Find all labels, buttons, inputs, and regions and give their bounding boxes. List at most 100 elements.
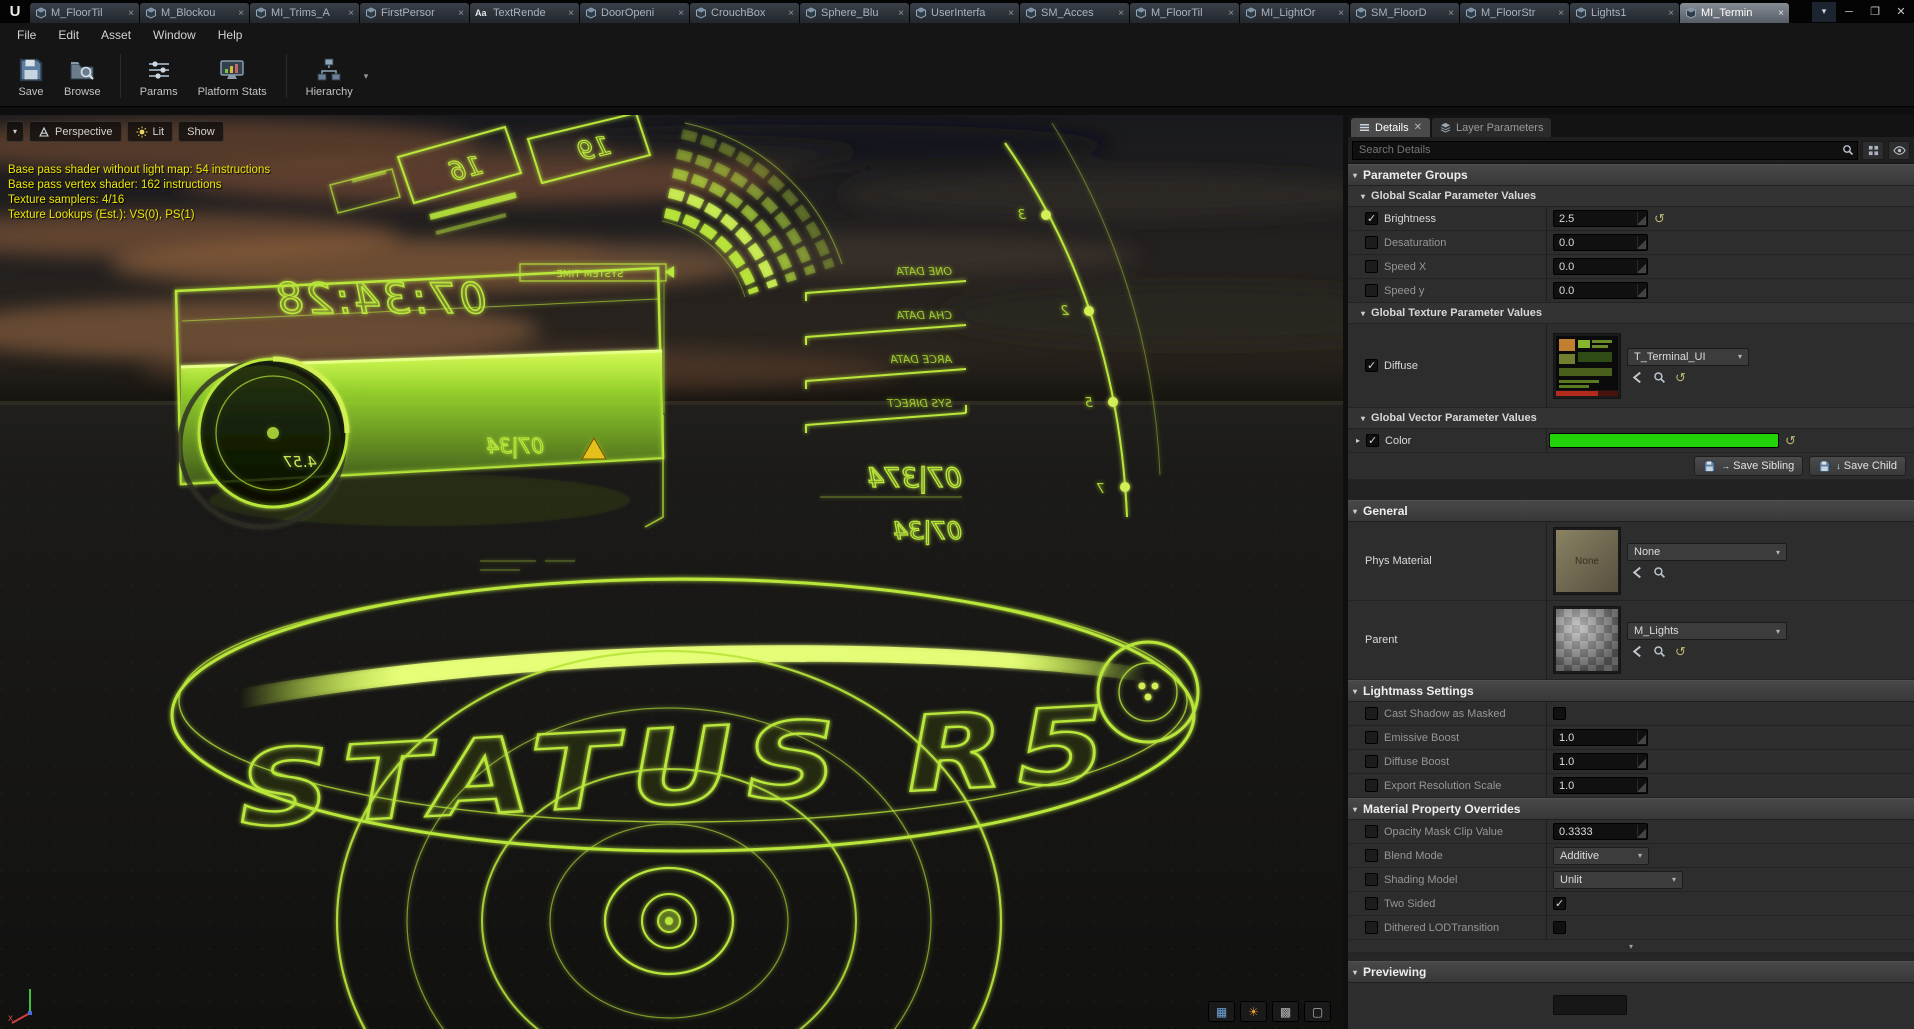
value-input[interactable]: 1.0	[1553, 729, 1648, 746]
asset-tab[interactable]: SM_FloorD×	[1350, 3, 1459, 23]
tab-close-icon[interactable]: ×	[676, 8, 684, 19]
show-advanced-expander[interactable]: ▾	[1348, 940, 1914, 953]
asset-tab[interactable]: MI_Trims_A×	[250, 3, 359, 23]
save-sibling-button[interactable]: → Save Sibling	[1694, 456, 1803, 476]
expand-icon[interactable]: ▸	[1356, 436, 1360, 445]
value-input[interactable]: 0.0	[1553, 234, 1648, 251]
asset-tab[interactable]: M_FloorStr×	[1460, 3, 1569, 23]
value-checkbox[interactable]	[1553, 897, 1566, 910]
menu-help[interactable]: Help	[207, 23, 254, 46]
hierarchy-dropdown-icon[interactable]: ▾	[364, 71, 369, 82]
tab-close-icon[interactable]: ×	[1776, 8, 1784, 19]
override-checkbox[interactable]	[1365, 212, 1378, 225]
section-global-vector[interactable]: ▾ Global Vector Parameter Values	[1348, 408, 1914, 429]
tab-close-icon[interactable]: ×	[896, 8, 904, 19]
browse-button[interactable]: Browse	[54, 52, 111, 101]
platform-stats-button[interactable]: Platform Stats	[188, 52, 277, 101]
tab-close-icon[interactable]: ×	[1556, 8, 1564, 19]
reset-to-default-icon[interactable]: ↺	[1675, 645, 1686, 658]
tab-close-icon[interactable]: ×	[126, 8, 134, 19]
value-input[interactable]: 0.0	[1553, 282, 1648, 299]
value-spinner[interactable]	[1637, 779, 1646, 792]
menu-window[interactable]: Window	[142, 23, 207, 46]
override-checkbox[interactable]	[1365, 897, 1378, 910]
tab-close-icon[interactable]: ✕	[1414, 122, 1422, 133]
tab-close-icon[interactable]: ×	[1116, 8, 1124, 19]
show-button[interactable]: Show	[178, 121, 224, 142]
override-checkbox[interactable]	[1365, 755, 1378, 768]
value-input[interactable]: 1.0	[1553, 753, 1648, 770]
asset-tab[interactable]: DoorOpeni×	[580, 3, 689, 23]
floor-toggle-icon[interactable]: ▢	[1304, 1001, 1331, 1022]
section-global-texture[interactable]: ▾ Global Texture Parameter Values	[1348, 303, 1914, 324]
override-checkbox[interactable]	[1365, 779, 1378, 792]
tab-close-icon[interactable]: ×	[456, 8, 464, 19]
value-spinner[interactable]	[1637, 731, 1646, 744]
value-spinner[interactable]	[1637, 212, 1646, 225]
reset-to-default-icon[interactable]: ↺	[1675, 371, 1686, 384]
phys-material-thumbnail[interactable]: None	[1553, 527, 1621, 595]
reset-to-default-icon[interactable]: ↺	[1785, 434, 1796, 447]
asset-tab[interactable]: Sphere_Blu×	[800, 3, 909, 23]
asset-tab[interactable]: M_Blockou×	[140, 3, 249, 23]
use-selected-asset-icon[interactable]	[1631, 566, 1644, 579]
save-child-button[interactable]: ↓ Save Child	[1809, 456, 1906, 476]
section-parameter-groups[interactable]: ▾ Parameter Groups	[1348, 164, 1914, 186]
browse-to-asset-icon[interactable]	[1653, 371, 1666, 384]
tab-close-icon[interactable]: ×	[236, 8, 244, 19]
save-button[interactable]: Save	[8, 52, 54, 101]
value-input[interactable]: 0.3333	[1553, 823, 1648, 840]
close-button[interactable]: ✕	[1888, 0, 1914, 23]
override-checkbox[interactable]	[1365, 873, 1378, 886]
section-general[interactable]: ▾ General	[1348, 500, 1914, 522]
browse-to-asset-icon[interactable]	[1653, 566, 1666, 579]
override-checkbox[interactable]	[1365, 825, 1378, 838]
material-preview-viewport[interactable]: 07:34:28 SYSTEM TIME 4.57 07|34	[0, 115, 1343, 1029]
parent-thumbnail[interactable]	[1553, 606, 1621, 674]
tab-details[interactable]: Details ✕	[1351, 118, 1430, 137]
value-spinner[interactable]	[1637, 825, 1646, 838]
menu-file[interactable]: File	[6, 23, 47, 46]
asset-tab[interactable]: Lights1×	[1570, 3, 1679, 23]
reset-to-default-icon[interactable]: ↺	[1654, 212, 1665, 225]
tab-overflow-icon[interactable]: ▾	[1812, 2, 1836, 22]
tab-close-icon[interactable]: ×	[786, 8, 794, 19]
color-swatch[interactable]	[1549, 433, 1779, 448]
params-button[interactable]: Params	[130, 52, 188, 101]
texture-thumbnail[interactable]	[1553, 333, 1621, 399]
lit-mode-button[interactable]: Lit	[127, 121, 174, 142]
view-options-button[interactable]	[1862, 141, 1884, 160]
asset-tab[interactable]: M_FloorTil×	[1130, 3, 1239, 23]
tab-close-icon[interactable]: ×	[346, 8, 354, 19]
browse-to-asset-icon[interactable]	[1653, 645, 1666, 658]
search-input[interactable]	[1352, 141, 1858, 160]
tab-close-icon[interactable]: ×	[1226, 8, 1234, 19]
value-spinner[interactable]	[1637, 284, 1646, 297]
hierarchy-button[interactable]: Hierarchy	[296, 52, 363, 101]
blend-mode-dropdown[interactable]: Additive ▾	[1553, 847, 1649, 865]
asset-tab[interactable]: FirstPersor×	[360, 3, 469, 23]
maximize-button[interactable]: ❐	[1862, 0, 1888, 23]
phys-material-dropdown[interactable]: None ▾	[1627, 543, 1787, 561]
visibility-filter-button[interactable]	[1888, 141, 1910, 160]
override-checkbox[interactable]	[1365, 359, 1378, 372]
shading-model-dropdown[interactable]: Unlit ▾	[1553, 871, 1683, 889]
override-checkbox[interactable]	[1365, 236, 1378, 249]
asset-tab[interactable]: SM_Acces×	[1020, 3, 1129, 23]
grid-toggle-icon[interactable]: ▦	[1208, 1001, 1235, 1022]
value-spinner[interactable]	[1637, 755, 1646, 768]
value-checkbox[interactable]	[1553, 707, 1566, 720]
sky-toggle-icon[interactable]: ☀	[1240, 1001, 1267, 1022]
menu-asset[interactable]: Asset	[90, 23, 142, 46]
section-previewing[interactable]: ▾ Previewing	[1348, 961, 1914, 983]
minimize-button[interactable]: ─	[1836, 0, 1862, 23]
override-checkbox[interactable]	[1365, 260, 1378, 273]
value-input[interactable]: 0.0	[1553, 258, 1648, 275]
asset-tab-active[interactable]: MI_Termin×	[1680, 3, 1789, 23]
asset-tab[interactable]: UserInterfa×	[910, 3, 1019, 23]
tab-layer-parameters[interactable]: Layer Parameters	[1432, 118, 1551, 137]
override-checkbox[interactable]	[1366, 434, 1379, 447]
section-lightmass[interactable]: ▾ Lightmass Settings	[1348, 680, 1914, 702]
asset-tab[interactable]: M_FloorTil×	[30, 3, 139, 23]
preview-mesh-thumbnail[interactable]	[1553, 995, 1627, 1015]
